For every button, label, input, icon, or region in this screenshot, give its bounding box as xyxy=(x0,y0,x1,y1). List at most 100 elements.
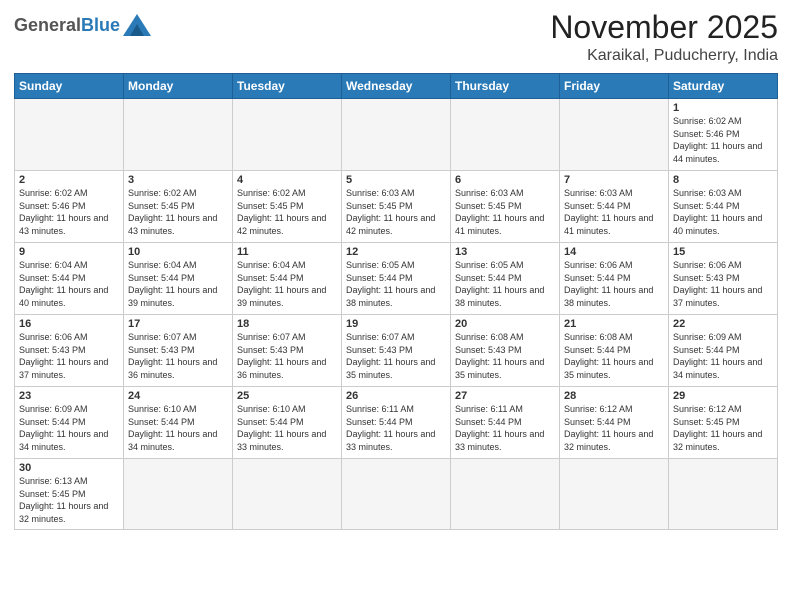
calendar-table: Sunday Monday Tuesday Wednesday Thursday… xyxy=(14,73,778,529)
day-number: 15 xyxy=(673,246,773,258)
day-number: 8 xyxy=(673,174,773,186)
table-row xyxy=(15,99,124,171)
table-row: 20Sunrise: 6:08 AM Sunset: 5:43 PM Dayli… xyxy=(451,315,560,387)
table-row: 14Sunrise: 6:06 AM Sunset: 5:44 PM Dayli… xyxy=(560,243,669,315)
table-row: 15Sunrise: 6:06 AM Sunset: 5:43 PM Dayli… xyxy=(669,243,778,315)
day-number: 25 xyxy=(237,390,337,402)
table-row: 29Sunrise: 6:12 AM Sunset: 5:45 PM Dayli… xyxy=(669,387,778,459)
day-info: Sunrise: 6:08 AM Sunset: 5:44 PM Dayligh… xyxy=(564,331,664,381)
day-info: Sunrise: 6:05 AM Sunset: 5:44 PM Dayligh… xyxy=(455,259,555,309)
day-info: Sunrise: 6:06 AM Sunset: 5:43 PM Dayligh… xyxy=(19,331,119,381)
table-row: 12Sunrise: 6:05 AM Sunset: 5:44 PM Dayli… xyxy=(342,243,451,315)
day-info: Sunrise: 6:04 AM Sunset: 5:44 PM Dayligh… xyxy=(19,259,119,309)
table-row: 3Sunrise: 6:02 AM Sunset: 5:45 PM Daylig… xyxy=(124,171,233,243)
table-row: 28Sunrise: 6:12 AM Sunset: 5:44 PM Dayli… xyxy=(560,387,669,459)
day-number: 6 xyxy=(455,174,555,186)
table-row: 13Sunrise: 6:05 AM Sunset: 5:44 PM Dayli… xyxy=(451,243,560,315)
table-row xyxy=(124,459,233,529)
header: General Blue November 2025 Karaikal, Pud… xyxy=(14,10,778,65)
day-number: 4 xyxy=(237,174,337,186)
table-row: 19Sunrise: 6:07 AM Sunset: 5:43 PM Dayli… xyxy=(342,315,451,387)
day-number: 17 xyxy=(128,318,228,330)
day-number: 11 xyxy=(237,246,337,258)
logo-general-text: General xyxy=(14,15,81,36)
logo-blue-text: Blue xyxy=(81,15,120,36)
logo-area: General Blue xyxy=(14,10,151,36)
header-wednesday: Wednesday xyxy=(342,74,451,99)
main-title: November 2025 xyxy=(550,10,778,45)
table-row: 7Sunrise: 6:03 AM Sunset: 5:44 PM Daylig… xyxy=(560,171,669,243)
day-number: 12 xyxy=(346,246,446,258)
table-row: 23Sunrise: 6:09 AM Sunset: 5:44 PM Dayli… xyxy=(15,387,124,459)
day-info: Sunrise: 6:02 AM Sunset: 5:45 PM Dayligh… xyxy=(237,187,337,237)
day-info: Sunrise: 6:07 AM Sunset: 5:43 PM Dayligh… xyxy=(237,331,337,381)
day-number: 19 xyxy=(346,318,446,330)
table-row: 4Sunrise: 6:02 AM Sunset: 5:45 PM Daylig… xyxy=(233,171,342,243)
day-number: 7 xyxy=(564,174,664,186)
day-number: 9 xyxy=(19,246,119,258)
page: General Blue November 2025 Karaikal, Pud… xyxy=(0,0,792,612)
table-row: 30Sunrise: 6:13 AM Sunset: 5:45 PM Dayli… xyxy=(15,459,124,529)
table-row: 2Sunrise: 6:02 AM Sunset: 5:46 PM Daylig… xyxy=(15,171,124,243)
table-row: 9Sunrise: 6:04 AM Sunset: 5:44 PM Daylig… xyxy=(15,243,124,315)
day-number: 2 xyxy=(19,174,119,186)
table-row: 27Sunrise: 6:11 AM Sunset: 5:44 PM Dayli… xyxy=(451,387,560,459)
day-info: Sunrise: 6:02 AM Sunset: 5:46 PM Dayligh… xyxy=(19,187,119,237)
day-info: Sunrise: 6:03 AM Sunset: 5:44 PM Dayligh… xyxy=(564,187,664,237)
table-row xyxy=(560,99,669,171)
day-number: 26 xyxy=(346,390,446,402)
day-info: Sunrise: 6:02 AM Sunset: 5:45 PM Dayligh… xyxy=(128,187,228,237)
day-number: 24 xyxy=(128,390,228,402)
table-row xyxy=(669,459,778,529)
day-info: Sunrise: 6:07 AM Sunset: 5:43 PM Dayligh… xyxy=(346,331,446,381)
day-info: Sunrise: 6:03 AM Sunset: 5:45 PM Dayligh… xyxy=(346,187,446,237)
table-row xyxy=(342,459,451,529)
day-info: Sunrise: 6:02 AM Sunset: 5:46 PM Dayligh… xyxy=(673,115,773,165)
header-friday: Friday xyxy=(560,74,669,99)
header-saturday: Saturday xyxy=(669,74,778,99)
table-row xyxy=(560,459,669,529)
day-number: 18 xyxy=(237,318,337,330)
day-info: Sunrise: 6:13 AM Sunset: 5:45 PM Dayligh… xyxy=(19,475,119,525)
day-info: Sunrise: 6:07 AM Sunset: 5:43 PM Dayligh… xyxy=(128,331,228,381)
day-info: Sunrise: 6:06 AM Sunset: 5:44 PM Dayligh… xyxy=(564,259,664,309)
table-row: 5Sunrise: 6:03 AM Sunset: 5:45 PM Daylig… xyxy=(342,171,451,243)
day-number: 28 xyxy=(564,390,664,402)
day-info: Sunrise: 6:10 AM Sunset: 5:44 PM Dayligh… xyxy=(128,403,228,453)
day-number: 16 xyxy=(19,318,119,330)
day-info: Sunrise: 6:09 AM Sunset: 5:44 PM Dayligh… xyxy=(19,403,119,453)
day-info: Sunrise: 6:05 AM Sunset: 5:44 PM Dayligh… xyxy=(346,259,446,309)
table-row: 24Sunrise: 6:10 AM Sunset: 5:44 PM Dayli… xyxy=(124,387,233,459)
table-row xyxy=(451,459,560,529)
day-number: 14 xyxy=(564,246,664,258)
day-number: 27 xyxy=(455,390,555,402)
day-info: Sunrise: 6:12 AM Sunset: 5:45 PM Dayligh… xyxy=(673,403,773,453)
title-area: November 2025 Karaikal, Puducherry, Indi… xyxy=(550,10,778,65)
table-row xyxy=(233,459,342,529)
day-number: 29 xyxy=(673,390,773,402)
day-info: Sunrise: 6:06 AM Sunset: 5:43 PM Dayligh… xyxy=(673,259,773,309)
day-number: 20 xyxy=(455,318,555,330)
day-number: 30 xyxy=(19,462,119,474)
table-row xyxy=(451,99,560,171)
logo: General Blue xyxy=(14,14,151,36)
table-row: 8Sunrise: 6:03 AM Sunset: 5:44 PM Daylig… xyxy=(669,171,778,243)
day-info: Sunrise: 6:11 AM Sunset: 5:44 PM Dayligh… xyxy=(455,403,555,453)
table-row: 1Sunrise: 6:02 AM Sunset: 5:46 PM Daylig… xyxy=(669,99,778,171)
day-info: Sunrise: 6:03 AM Sunset: 5:44 PM Dayligh… xyxy=(673,187,773,237)
header-thursday: Thursday xyxy=(451,74,560,99)
table-row: 16Sunrise: 6:06 AM Sunset: 5:43 PM Dayli… xyxy=(15,315,124,387)
day-number: 3 xyxy=(128,174,228,186)
table-row xyxy=(124,99,233,171)
calendar-header-row: Sunday Monday Tuesday Wednesday Thursday… xyxy=(15,74,778,99)
day-number: 1 xyxy=(673,102,773,114)
day-number: 5 xyxy=(346,174,446,186)
table-row: 17Sunrise: 6:07 AM Sunset: 5:43 PM Dayli… xyxy=(124,315,233,387)
day-info: Sunrise: 6:03 AM Sunset: 5:45 PM Dayligh… xyxy=(455,187,555,237)
day-info: Sunrise: 6:09 AM Sunset: 5:44 PM Dayligh… xyxy=(673,331,773,381)
header-monday: Monday xyxy=(124,74,233,99)
day-number: 23 xyxy=(19,390,119,402)
subtitle: Karaikal, Puducherry, India xyxy=(550,47,778,65)
day-info: Sunrise: 6:12 AM Sunset: 5:44 PM Dayligh… xyxy=(564,403,664,453)
table-row: 6Sunrise: 6:03 AM Sunset: 5:45 PM Daylig… xyxy=(451,171,560,243)
